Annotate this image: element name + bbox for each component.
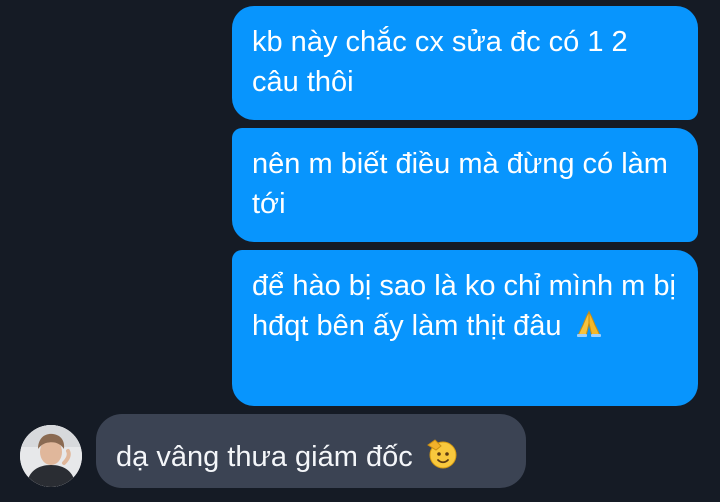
chat-thread: kb này chắc cx sửa đc có 1 2 câu thôi nê… xyxy=(0,0,720,502)
saluting-face-icon xyxy=(425,436,459,481)
outgoing-message-bubble[interactable]: nên m biết điều mà đừng có làm tới xyxy=(232,128,698,242)
outgoing-message-bubble[interactable]: kb này chắc cx sửa đc có 1 2 câu thôi xyxy=(232,6,698,120)
message-text: kb này chắc cx sửa đc có 1 2 câu thôi xyxy=(252,26,628,98)
message-text: nên m biết điều mà đừng có làm tới xyxy=(252,148,668,220)
incoming-message-bubble[interactable]: dạ vâng thưa giám đốc xyxy=(96,414,526,488)
message-text: để hào bị sao là ko chỉ mình m bị hđqt b… xyxy=(252,270,676,342)
folded-hands-icon xyxy=(574,309,604,350)
avatar[interactable] xyxy=(20,425,82,487)
outgoing-message-bubble[interactable]: để hào bị sao là ko chỉ mình m bị hđqt b… xyxy=(232,250,698,406)
message-text: dạ vâng thưa giám đốc xyxy=(116,441,413,473)
